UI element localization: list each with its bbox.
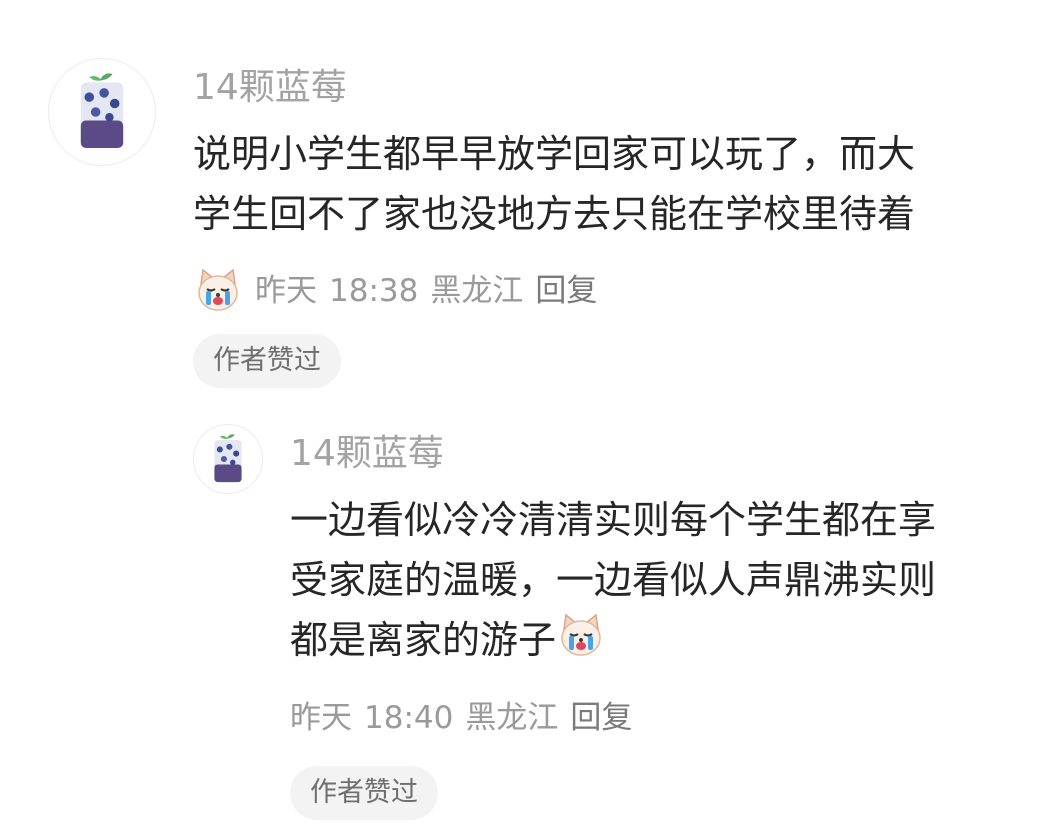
blueberry-drink-avatar-icon xyxy=(214,434,242,483)
reply-comment-item: 14颗蓝莓 一边看似冷冷清清实则每个学生都在享 受家庭的温暖，一边看似人声鼎沸实… xyxy=(0,400,1037,834)
username[interactable]: 14颗蓝莓 xyxy=(290,434,444,474)
avatar[interactable] xyxy=(48,58,156,166)
comment-text-line: 学生回不了家也没地方去只能在学校里待着 xyxy=(193,192,916,236)
reply-button[interactable]: 回复 xyxy=(535,271,597,311)
comment-meta: 昨天 18:40 黑龙江 回复 xyxy=(290,698,644,738)
comment-time: 18:38 xyxy=(329,273,419,309)
avatar[interactable] xyxy=(193,424,263,494)
comment-time: 18:40 xyxy=(364,700,454,736)
comment-text: 说明小学生都早早放学回家可以玩了，而大 学生回不了家也没地方去只能在学校里待着 xyxy=(193,124,915,244)
comment-text-line: 都是离家的游子 xyxy=(290,610,936,670)
crying-dog-emoji-icon xyxy=(193,266,243,316)
author-liked-badge: 作者赞过 xyxy=(290,766,438,820)
reply-button[interactable]: 回复 xyxy=(570,698,632,738)
comment-location: 黑龙江 xyxy=(430,273,524,309)
comment-text-fragment: 都是离家的游子 xyxy=(290,618,557,662)
username[interactable]: 14颗蓝莓 xyxy=(193,68,347,108)
author-liked-badge: 作者赞过 xyxy=(193,334,341,388)
comment-date: 昨天 xyxy=(255,273,317,309)
blueberry-drink-avatar-icon xyxy=(80,73,124,149)
comment-item: 14颗蓝莓 说明小学生都早早放学回家可以玩了，而大 学生回不了家也没地方去只能在… xyxy=(0,0,1037,400)
comment-meta: 昨天 18:38 黑龙江 回复 xyxy=(193,266,609,316)
comment-date: 昨天 xyxy=(290,700,352,736)
comment-text: 一边看似冷冷清清实则每个学生都在享 受家庭的温暖，一边看似人声鼎沸实则 都是离家… xyxy=(290,490,936,670)
comment-text-line: 一边看似冷冷清清实则每个学生都在享 xyxy=(290,498,937,542)
comment-text-line: 说明小学生都早早放学回家可以玩了，而大 xyxy=(193,132,916,176)
comment-text-line: 受家庭的温暖，一边看似人声鼎沸实则 xyxy=(290,558,937,602)
crying-dog-emoji-icon xyxy=(556,611,606,661)
comment-location: 黑龙江 xyxy=(465,700,559,736)
